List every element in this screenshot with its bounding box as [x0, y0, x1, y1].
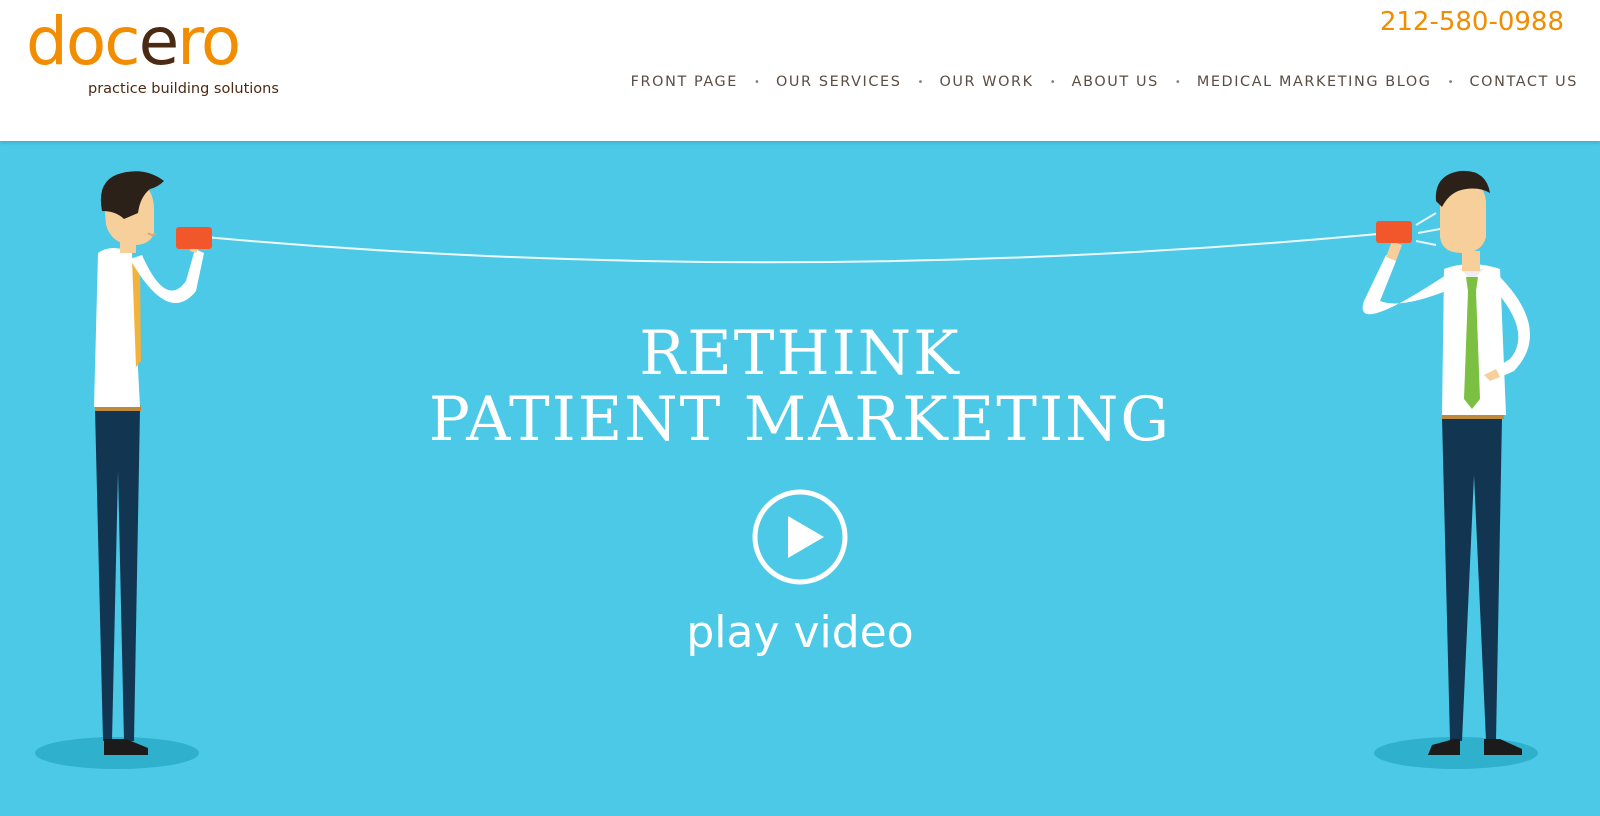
- nav-item-our-services[interactable]: OUR SERVICES: [776, 74, 901, 90]
- tin-can-telephone-illustration: [35, 170, 1538, 769]
- nav-item-medical-marketing-blog[interactable]: MEDICAL MARKETING BLOG: [1197, 74, 1432, 90]
- nav-separator: •: [754, 76, 760, 88]
- nav-item-contact-us[interactable]: CONTACT US: [1470, 74, 1578, 90]
- nav-item-our-work[interactable]: OUR WORK: [939, 74, 1033, 90]
- play-circle-icon[interactable]: [752, 489, 848, 585]
- left-man-figure: [94, 171, 212, 755]
- phone-number-link[interactable]: 212-580-0988: [1380, 4, 1564, 40]
- nav-separator: •: [917, 76, 924, 88]
- nav-item-front-page[interactable]: FRONT PAGE: [631, 74, 738, 90]
- right-man-figure: [1362, 170, 1531, 755]
- nav-separator: •: [1174, 76, 1181, 88]
- hero-section: RETHINK PATIENT MARKETING play video: [0, 141, 1600, 816]
- nav-separator: •: [1447, 76, 1454, 88]
- hero-headline: RETHINK PATIENT MARKETING: [300, 321, 1300, 453]
- telephone-string: [204, 233, 1379, 264]
- docero-logo[interactable]: docero practice building solutions: [26, 4, 316, 104]
- nav-separator: •: [1049, 76, 1056, 88]
- nav-item-about-us[interactable]: ABOUT US: [1072, 74, 1159, 90]
- site-header: docero practice building solutions 212-5…: [0, 0, 1600, 141]
- play-video-link[interactable]: play video: [600, 603, 1000, 663]
- logo-wordmark: docero: [26, 3, 241, 80]
- logo-tagline: practice building solutions: [88, 81, 279, 97]
- main-navigation: FRONT PAGE • OUR SERVICES • OUR WORK • A…: [631, 70, 1578, 94]
- headline-line-1: RETHINK: [639, 318, 961, 389]
- headline-line-2: PATIENT MARKETING: [428, 384, 1172, 455]
